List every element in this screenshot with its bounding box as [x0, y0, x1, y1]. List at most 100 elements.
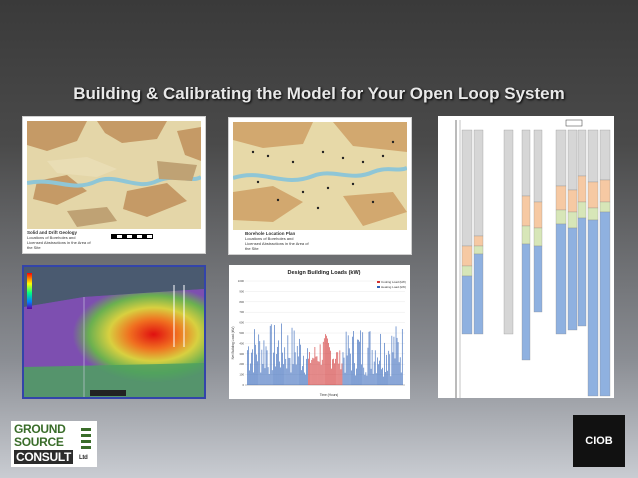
heating-bar: [354, 363, 355, 385]
cooling-bar: [327, 338, 328, 385]
heating-bar: [257, 361, 258, 385]
heating-bar: [267, 367, 269, 385]
heating-bar: [362, 332, 364, 385]
y-tick-label: 0: [242, 383, 244, 387]
cooling-bar: [322, 341, 324, 385]
borehole-map-panel: Borehole Location Plan Locations of Bore…: [228, 117, 412, 255]
scale-bar: [111, 234, 153, 239]
heating-bar: [364, 374, 366, 385]
log-segment: [473, 129, 484, 237]
borehole-map: [233, 122, 407, 230]
heating-bar: [344, 372, 346, 385]
heating-bar: [296, 345, 298, 385]
groundwater-model-3d: [22, 265, 206, 399]
heating-bar: [281, 323, 282, 385]
cooling-bar: [321, 359, 323, 385]
ciob-text: CIOB: [585, 435, 613, 447]
heating-bar: [264, 368, 266, 385]
heating-bar: [343, 357, 345, 385]
heating-bar: [300, 344, 301, 385]
heating-bar: [294, 352, 296, 385]
heating-bar: [384, 342, 385, 385]
heating-bar: [372, 373, 374, 385]
heating-bar: [262, 363, 264, 385]
heating-bar: [285, 358, 287, 385]
chart-bars: [247, 323, 403, 385]
heating-bar: [278, 340, 279, 385]
cooling-bar: [311, 359, 313, 385]
heating-bar: [401, 329, 403, 385]
log-segment: [555, 209, 567, 225]
heating-bar: [346, 355, 348, 385]
y-tick-label: 100: [239, 373, 244, 377]
heating-bar: [273, 352, 274, 385]
map-caption: Borehole Location Plan Locations of Bore…: [245, 231, 309, 251]
y-tick-label: 400: [239, 341, 244, 345]
log-segment: [599, 129, 611, 181]
heating-bar: [306, 358, 307, 385]
heating-bar: [355, 375, 356, 385]
heating-bar: [247, 350, 248, 385]
heating-bar: [275, 366, 276, 385]
log-segment: [473, 245, 484, 255]
cooling-bar: [340, 369, 342, 385]
log-segment: [555, 129, 567, 187]
heating-bar: [284, 347, 286, 385]
log-segment: [533, 201, 543, 229]
log-segment: [461, 245, 473, 267]
heating-bar: [380, 333, 381, 385]
heating-bar: [253, 372, 254, 385]
cooling-bar: [333, 358, 334, 385]
cooling-bar: [317, 361, 319, 385]
cooling-bar: [310, 362, 312, 385]
heating-bar: [274, 325, 275, 385]
log-segment: [461, 275, 473, 335]
heating-bar: [289, 358, 291, 385]
heating-bar: [269, 325, 271, 385]
heating-bar: [268, 373, 270, 385]
cooling-bar: [334, 363, 335, 385]
log-segment: [587, 207, 599, 221]
log-segment: [503, 129, 514, 335]
heating-bar: [368, 331, 370, 385]
cooling-bar: [319, 344, 321, 385]
log-segment: [587, 181, 599, 209]
heating-bar: [250, 363, 251, 385]
heating-bar: [290, 372, 292, 385]
chart-legend: Cooling Load (kW) Heating Load (kW): [377, 280, 406, 289]
chart-title: Design Building Loads (kW): [287, 270, 360, 276]
heating-bar: [347, 335, 349, 385]
heating-bar: [254, 329, 255, 385]
heating-bar: [385, 372, 386, 385]
cooling-bar: [316, 356, 318, 385]
heating-bar: [286, 368, 288, 385]
cooling-bar: [308, 358, 309, 385]
heating-bar: [305, 374, 306, 385]
heating-bar: [249, 370, 250, 385]
cooling-bar: [331, 368, 332, 385]
heating-bar: [366, 375, 368, 385]
heating-bar: [400, 372, 402, 385]
log-segment: [567, 211, 578, 229]
heating-bar: [373, 361, 375, 385]
log-segment: [577, 217, 587, 327]
map-caption: Solid and Drift Geology Locations of Bor…: [27, 230, 91, 250]
log-segment: [599, 211, 611, 397]
x-axis-label: Time (Hours): [320, 393, 338, 397]
cooling-bar: [328, 342, 329, 385]
heating-bar: [353, 331, 354, 385]
heating-bar: [349, 353, 351, 385]
heating-bar: [342, 352, 344, 385]
cooling-bar: [330, 350, 331, 385]
logo-mark-icon: [81, 425, 91, 449]
heating-bar: [375, 373, 377, 385]
heating-bar: [288, 357, 290, 385]
cooling-bar: [329, 347, 330, 385]
log-segment: [521, 225, 531, 245]
heating-bar: [374, 350, 376, 385]
log-segment: [577, 201, 587, 219]
heating-bar: [307, 348, 308, 385]
log-segment: [567, 129, 578, 191]
y-axis-label: Net Building Load (kW): [231, 327, 235, 360]
y-tick-label: 300: [239, 352, 244, 356]
